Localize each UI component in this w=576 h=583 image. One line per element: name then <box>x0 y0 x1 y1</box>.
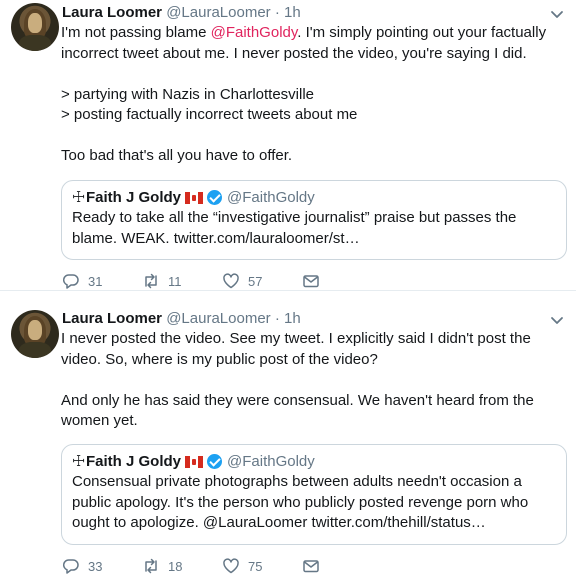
text-line: > partying with Nazis in Charlottesville <box>61 85 315 103</box>
retweet-icon <box>145 273 157 289</box>
quoted-tweet[interactable]: ☩ Faith J Goldy @FaithGoldy Consensual p… <box>61 444 567 545</box>
reply-button[interactable]: 33 <box>62 557 142 575</box>
envelope-icon <box>303 560 319 573</box>
like-count: 57 <box>248 273 263 289</box>
quoted-tweet-text: Consensual private photographs between a… <box>72 473 529 531</box>
text-line: Too bad that's all you have to offer. <box>61 147 293 164</box>
heart-icon <box>223 558 239 574</box>
canada-flag-icon <box>185 455 204 468</box>
retweet-button[interactable]: 18 <box>142 557 222 575</box>
verified-badge-icon <box>207 190 223 205</box>
author-handle[interactable]: @LauraLoomer <box>166 310 270 327</box>
reply-count: 33 <box>88 558 103 574</box>
tweet-actions: 33 18 75 <box>62 556 382 576</box>
retweet-button[interactable]: 11 <box>142 272 222 290</box>
quoted-tweet-header: ☩ Faith J Goldy @FaithGoldy <box>72 451 556 472</box>
chevron-down-icon[interactable] <box>550 315 564 325</box>
cross-symbol: ☩ <box>72 189 86 206</box>
heart-icon <box>223 273 239 289</box>
like-button[interactable]: 75 <box>222 557 302 575</box>
avatar[interactable] <box>11 3 59 51</box>
author-name[interactable]: Laura Loomer <box>62 310 162 327</box>
tweet[interactable]: Laura Loomer @LauraLoomer · 1h I'm not p… <box>0 0 576 291</box>
text-part: I'm not passing blame <box>61 24 211 41</box>
separator: · <box>274 310 280 327</box>
like-button[interactable]: 57 <box>222 272 302 290</box>
tweet-text: I never posted the video. See my tweet. … <box>61 329 569 432</box>
canada-flag-icon <box>185 191 204 204</box>
reply-icon <box>62 274 79 289</box>
timestamp[interactable]: 1h <box>284 310 301 327</box>
verified-badge-icon <box>207 454 223 469</box>
message-button[interactable] <box>302 557 382 575</box>
message-button[interactable] <box>302 272 382 290</box>
quoted-author-name: Faith J Goldy <box>86 189 182 206</box>
tweet-actions: 31 11 57 <box>62 271 382 291</box>
quoted-tweet[interactable]: ☩ Faith J Goldy @FaithGoldy Ready to tak… <box>61 180 567 260</box>
timestamp[interactable]: 1h <box>284 4 301 21</box>
quoted-tweet-header: ☩ Faith J Goldy @FaithGoldy <box>72 187 556 208</box>
text-line: > posting factually incorrect tweets abo… <box>61 106 358 123</box>
retweet-icon <box>145 558 157 574</box>
tweet[interactable]: Laura Loomer @LauraLoomer · 1h I never p… <box>0 292 576 583</box>
quoted-author-name: Faith J Goldy <box>86 453 182 470</box>
retweet-count: 11 <box>168 273 182 289</box>
cross-symbol: ☩ <box>72 453 86 470</box>
quoted-author-handle: @FaithGoldy <box>227 189 315 206</box>
chevron-down-icon[interactable] <box>550 9 564 19</box>
reply-button[interactable]: 31 <box>62 272 142 290</box>
separator: · <box>274 4 280 21</box>
avatar[interactable] <box>11 310 59 358</box>
tweet-header: Laura Loomer @LauraLoomer · 1h <box>62 308 301 330</box>
text-line: And only he has said they were consensua… <box>61 391 534 430</box>
author-handle[interactable]: @LauraLoomer <box>166 4 270 21</box>
like-count: 75 <box>248 558 263 574</box>
envelope-icon <box>303 275 319 288</box>
retweet-count: 18 <box>168 558 183 574</box>
tweet-header: Laura Loomer @LauraLoomer · 1h <box>62 2 301 24</box>
quoted-author-handle: @FaithGoldy <box>227 453 315 470</box>
text-line: I never posted the video. See my tweet. … <box>61 330 531 368</box>
mention-link[interactable]: @FaithGoldy <box>211 24 298 41</box>
reply-icon <box>62 559 79 574</box>
reply-count: 31 <box>88 273 103 289</box>
tweet-text: I'm not passing blame @FaithGoldy. I'm s… <box>61 23 569 167</box>
quoted-tweet-text: Ready to take all the “investigative jou… <box>72 209 517 247</box>
author-name[interactable]: Laura Loomer <box>62 4 162 21</box>
